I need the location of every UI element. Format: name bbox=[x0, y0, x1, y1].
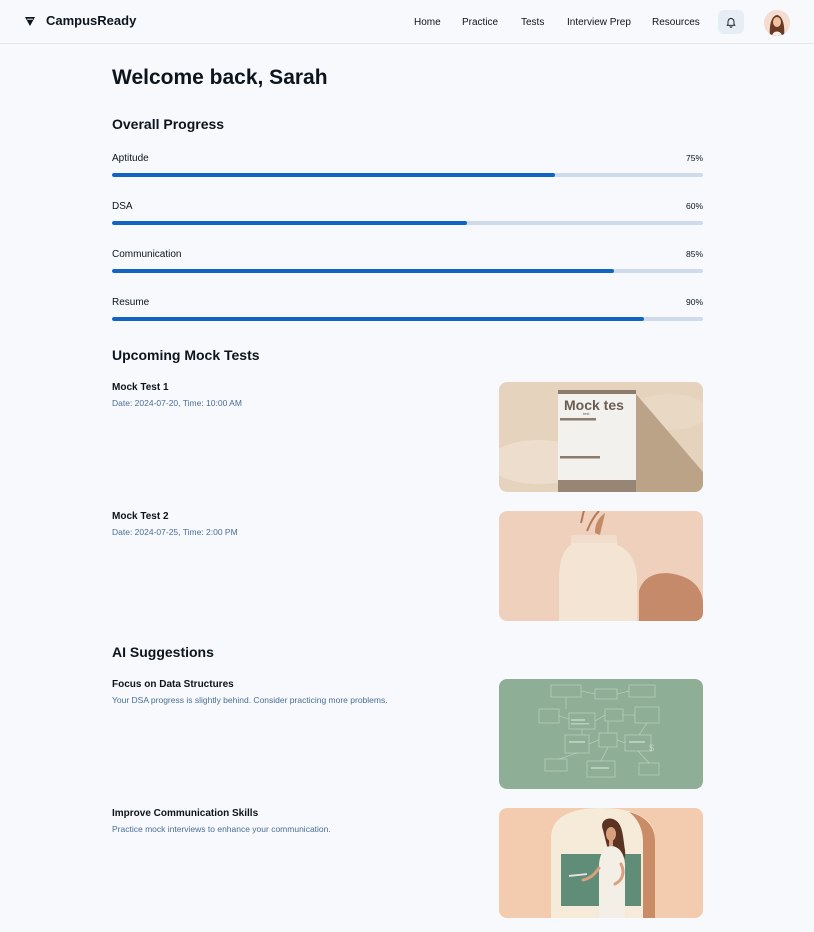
progress-track bbox=[112, 317, 703, 321]
nav-practice[interactable]: Practice bbox=[462, 17, 498, 28]
suggestion-card-2[interactable]: Improve Communication Skills Practice mo… bbox=[112, 808, 703, 918]
ai-suggestions-section-title: AI Suggestions bbox=[112, 644, 214, 660]
suggestion-detail: Practice mock interviews to enhance your… bbox=[112, 824, 331, 834]
mock-test-datetime: Date: 2024-07-25, Time: 2:00 PM bbox=[112, 527, 238, 537]
nav-home[interactable]: Home bbox=[414, 17, 441, 28]
svg-text:$: $ bbox=[649, 743, 654, 753]
mock-test-title: Mock Test 1 bbox=[112, 382, 169, 393]
diamond-logo-icon bbox=[25, 16, 35, 26]
suggestion-card-1[interactable]: Focus on Data Structures Your DSA progre… bbox=[112, 679, 703, 789]
progress-fill bbox=[112, 269, 615, 273]
progress-percent: 60% bbox=[685, 201, 703, 211]
progress-label: Resume bbox=[112, 297, 150, 308]
progress-track bbox=[112, 221, 703, 225]
mock-test-datetime: Date: 2024-07-20, Time: 10:00 AM bbox=[112, 398, 242, 408]
mock-tests-section-title: Upcoming Mock Tests bbox=[112, 347, 260, 363]
progress-label: Communication bbox=[112, 249, 182, 260]
app-name: CampusReady bbox=[46, 13, 137, 28]
mock-test-card-1[interactable]: Mock Test 1 Date: 2024-07-20, Time: 10:0… bbox=[112, 382, 703, 492]
progress-percent: 75% bbox=[685, 153, 703, 163]
suggestion-title: Improve Communication Skills bbox=[112, 808, 259, 819]
progress-track bbox=[112, 269, 703, 273]
progress-percent: 85% bbox=[685, 249, 703, 259]
top-nav-bar: CampusReady Home Practice Tests Intervie… bbox=[0, 0, 814, 44]
progress-track bbox=[112, 173, 703, 177]
suggestion-title: Focus on Data Structures bbox=[112, 679, 234, 690]
progress-resume: Resume 90% bbox=[112, 297, 703, 327]
suggestion-image: $ bbox=[499, 679, 703, 789]
progress-communication: Communication 85% bbox=[112, 249, 703, 279]
page-title: Welcome back, Sarah bbox=[112, 66, 328, 89]
user-avatar[interactable] bbox=[764, 10, 790, 36]
progress-label: DSA bbox=[112, 201, 133, 212]
bell-icon bbox=[726, 18, 736, 28]
mock-test-image bbox=[499, 511, 703, 621]
mock-image-text: Mock tes bbox=[564, 397, 624, 413]
suggestion-detail: Your DSA progress is slightly behind. Co… bbox=[112, 695, 388, 705]
avatar-image bbox=[764, 10, 790, 36]
nav-tests[interactable]: Tests bbox=[521, 17, 544, 28]
suggestion-image bbox=[499, 808, 703, 918]
progress-percent: 90% bbox=[685, 297, 703, 307]
progress-fill bbox=[112, 173, 556, 177]
mock-test-card-2[interactable]: Mock Test 2 Date: 2024-07-25, Time: 2:00… bbox=[112, 511, 703, 621]
mock-test-title: Mock Test 2 bbox=[112, 511, 169, 522]
progress-fill bbox=[112, 317, 644, 321]
nav-resources[interactable]: Resources bbox=[652, 17, 700, 28]
nav-interview-prep[interactable]: Interview Prep bbox=[567, 17, 631, 28]
progress-aptitude: Aptitude 75% bbox=[112, 153, 703, 183]
progress-label: Aptitude bbox=[112, 153, 149, 164]
mock-image-subtext: test bbox=[583, 411, 590, 416]
progress-section-title: Overall Progress bbox=[112, 116, 225, 132]
progress-fill bbox=[112, 221, 467, 225]
mock-test-image: Mock tes test bbox=[499, 382, 703, 492]
notifications-button[interactable] bbox=[718, 10, 744, 34]
progress-dsa: DSA 60% bbox=[112, 201, 703, 231]
brand-logo[interactable]: CampusReady bbox=[24, 13, 136, 28]
